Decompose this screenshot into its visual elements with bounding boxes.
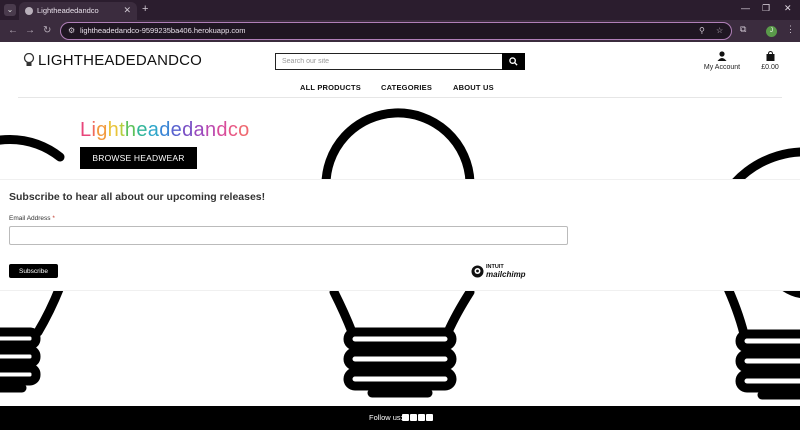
hero-title-letter: n [204, 119, 217, 141]
address-bar[interactable]: ⚙ lightheadedandco-9599235ba406.herokuap… [60, 22, 732, 40]
extensions-icon[interactable]: ⧉ [740, 24, 746, 35]
my-account-link[interactable]: My Account [700, 51, 744, 71]
email-label-text: Email Address [9, 215, 51, 222]
browser-tab-strip: ⌄ Lightheadedandco ✕ + — ❐ ✕ [0, 0, 800, 20]
hero-title-letter: d [159, 119, 171, 141]
search-icon [509, 57, 518, 66]
required-marker: * [52, 215, 55, 222]
close-icon[interactable]: ✕ [123, 5, 131, 16]
reload-icon[interactable]: ↻ [43, 25, 51, 36]
follow-us-label: Follow us: [369, 413, 403, 422]
twitter-icon[interactable] [410, 414, 417, 421]
email-label: Email Address * [9, 215, 55, 222]
hero-title-letter: d [182, 119, 194, 141]
hero-title-letter: g [96, 119, 108, 141]
subscribe-button[interactable]: Subscribe [9, 264, 58, 278]
nav-about-us[interactable]: ABOUT US [453, 83, 494, 92]
nav-categories[interactable]: CATEGORIES [381, 83, 432, 92]
signup-heading: Subscribe to hear all about our upcoming… [9, 191, 266, 203]
hero-title-letter: a [193, 119, 205, 141]
web-page: LIGHTHEADEDANDCO My Account £0.00 ALL PR… [0, 42, 800, 430]
main-navigation: ALL PRODUCTS CATEGORIES ABOUT US [0, 83, 800, 95]
nav-divider [18, 97, 782, 98]
shopping-bag-icon [766, 51, 774, 61]
bag-total: £0.00 [761, 64, 779, 71]
tab-title: Lightheadedandco [37, 6, 99, 15]
mailchimp-badge[interactable]: INTUIT mailchimp [471, 264, 531, 280]
search-button[interactable] [502, 53, 525, 70]
instagram-icon[interactable] [418, 414, 425, 421]
mailchimp-icon [471, 265, 484, 278]
my-account-label: My Account [703, 64, 741, 71]
search-form [275, 53, 525, 70]
new-tab-icon[interactable]: + [142, 3, 148, 15]
menu-kebab-icon[interactable]: ⋮ [786, 24, 795, 35]
window-close-icon[interactable]: ✕ [784, 3, 792, 14]
forward-icon[interactable]: → [25, 25, 35, 36]
hero-title-letter: a [147, 119, 160, 141]
favicon-icon [25, 7, 33, 15]
browser-toolbar: ← → ↻ ⚙ lightheadedandco-9599235ba406.he… [0, 20, 800, 42]
site-footer: Follow us: [0, 406, 800, 430]
zoom-icon[interactable]: ⚲ [699, 26, 705, 35]
url-text: lightheadedandco-9599235ba406.herokuapp.… [80, 26, 246, 35]
email-icon[interactable] [426, 414, 433, 421]
search-input[interactable] [275, 53, 503, 70]
shopping-bag-link[interactable]: £0.00 [758, 51, 782, 71]
hero-title-letter: e [136, 119, 148, 141]
lightbulb-logo-icon [23, 53, 35, 66]
hero-title-letter: o [238, 119, 250, 141]
brand-name: LIGHTHEADEDANDCO [38, 52, 203, 69]
hero-title-letter: h [124, 119, 137, 141]
browser-tab[interactable]: Lightheadedandco ✕ [19, 2, 137, 20]
email-field[interactable] [9, 226, 568, 245]
mailchimp-name-text: mailchimp [486, 270, 526, 279]
nav-all-products[interactable]: ALL PRODUCTS [300, 83, 361, 92]
site-info-icon[interactable]: ⚙ [68, 26, 75, 35]
minimize-icon[interactable]: — [741, 3, 750, 13]
hero-title-letter: d [216, 119, 228, 141]
hero-title: Lightheadedandco [80, 119, 250, 142]
back-icon[interactable]: ← [8, 25, 18, 36]
browse-headwear-button[interactable]: BROWSE HEADWEAR [80, 147, 197, 169]
maximize-icon[interactable]: ❐ [762, 3, 770, 14]
facebook-icon[interactable] [402, 414, 409, 421]
tab-search-icon[interactable]: ⌄ [4, 4, 16, 16]
user-icon [717, 51, 727, 61]
profile-avatar[interactable]: J [766, 26, 777, 37]
bookmark-star-icon[interactable]: ☆ [716, 26, 723, 35]
hero-title-letter: L [80, 119, 92, 141]
hero-title-letter: h [107, 119, 120, 141]
newsletter-signup: Subscribe to hear all about our upcoming… [0, 179, 800, 291]
hero-title-letter: c [227, 119, 239, 141]
hero-title-letter: e [170, 119, 183, 141]
